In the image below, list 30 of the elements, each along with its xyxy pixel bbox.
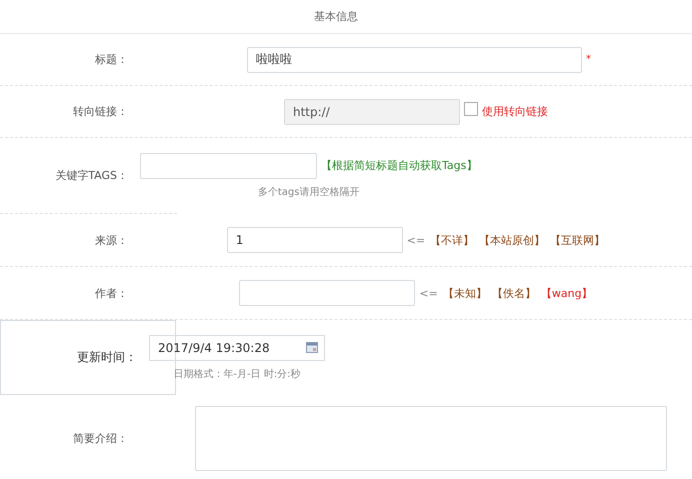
title-input[interactable]: 啦啦啦 bbox=[247, 46, 582, 72]
checkbox-label[interactable]: 使用转向链接 bbox=[482, 104, 548, 119]
summary-textarea[interactable] bbox=[195, 406, 667, 470]
option-link[interactable]: 【互联网】 bbox=[550, 232, 606, 248]
field-label: 转向链接： bbox=[73, 105, 128, 118]
calendar-icon[interactable] bbox=[306, 342, 318, 353]
redirect-url-input[interactable]: http:// bbox=[284, 98, 460, 124]
section-title: 基本信息 bbox=[314, 9, 358, 24]
field-label: 简要介绍： bbox=[73, 432, 128, 444]
auto-tags-link[interactable]: 【根据简短标题自动获取Tags】 bbox=[321, 158, 478, 173]
option-link[interactable]: 【wang】 bbox=[540, 286, 593, 300]
text-input[interactable] bbox=[239, 280, 416, 306]
date-field[interactable]: 2017/9/4 19:30:28 bbox=[149, 334, 325, 360]
field-label: 标题： bbox=[95, 53, 128, 66]
arrow-text: <= bbox=[419, 286, 438, 300]
hint-text: 日期格式：年-月-日 时:分:秒 bbox=[173, 368, 301, 380]
option-link[interactable]: 【佚名】 bbox=[492, 286, 536, 300]
option-link[interactable]: 【不详】 bbox=[430, 232, 474, 248]
field-label: 作者： bbox=[95, 286, 128, 300]
option-link[interactable]: 【本站原创】 bbox=[479, 232, 546, 248]
tags-input[interactable] bbox=[140, 152, 317, 178]
option-link[interactable]: 【未知】 bbox=[442, 286, 487, 300]
field-label: 关键字TAGS： bbox=[55, 169, 128, 182]
arrow-text: <= bbox=[406, 234, 426, 246]
checkbox[interactable] bbox=[464, 102, 478, 116]
hint-text: 多个tags请用空格隔开 bbox=[258, 186, 360, 198]
text-input[interactable]: 1 bbox=[226, 227, 403, 253]
required-mark: * bbox=[586, 54, 591, 65]
field-label: 更新时间： bbox=[77, 350, 137, 364]
field-label: 来源： bbox=[95, 234, 128, 246]
